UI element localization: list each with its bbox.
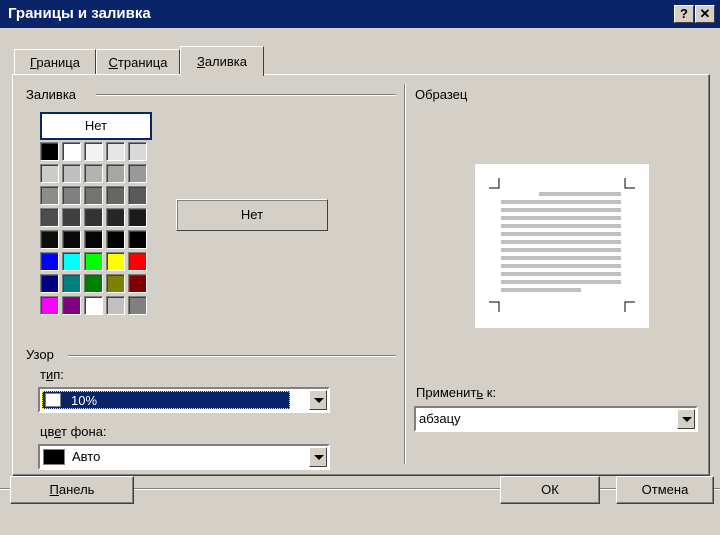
tab-border-label: раница: [36, 55, 80, 70]
pattern-group-line: [68, 355, 396, 357]
help-icon: ?: [680, 6, 688, 21]
close-button[interactable]: ✕: [695, 5, 715, 23]
apply-to-label-post: к:: [483, 385, 497, 400]
selected-fill-label: Нет: [240, 207, 264, 222]
background-color-accesskey: е: [54, 424, 62, 439]
sample-document-preview: [489, 178, 635, 312]
tab-page[interactable]: Страница: [96, 49, 180, 75]
color-swatch[interactable]: [62, 142, 81, 161]
panel-button-accesskey: П: [49, 482, 59, 497]
color-swatch[interactable]: [62, 296, 81, 315]
color-swatch[interactable]: [84, 164, 103, 183]
tab-shading[interactable]: Заливка: [180, 46, 264, 76]
pattern-type-label: тип:: [40, 367, 64, 382]
color-swatch[interactable]: [106, 164, 125, 183]
color-swatch[interactable]: [106, 230, 125, 249]
color-swatch[interactable]: [40, 252, 59, 271]
pattern-type-swatch: [45, 393, 61, 407]
color-swatch[interactable]: [62, 274, 81, 293]
color-swatch[interactable]: [106, 208, 125, 227]
pattern-type-selection: 10%: [42, 391, 290, 409]
no-fill-label: Нет: [84, 118, 108, 133]
borders-panel-button[interactable]: Панель: [10, 476, 134, 504]
background-color-value: Авто: [72, 449, 101, 464]
color-swatch[interactable]: [106, 142, 125, 161]
color-swatch[interactable]: [84, 230, 103, 249]
color-swatch[interactable]: [40, 186, 59, 205]
color-swatch[interactable]: [84, 252, 103, 271]
background-color-swatch: [43, 449, 65, 465]
color-swatch[interactable]: [40, 296, 59, 315]
color-swatch[interactable]: [106, 252, 125, 271]
title-bar: Границы и заливка: [0, 0, 720, 28]
fill-group-label: Заливка: [26, 87, 81, 102]
selected-fill-preview: Нет: [176, 199, 328, 231]
tab-page-label: траница: [117, 55, 168, 70]
color-swatch[interactable]: [62, 186, 81, 205]
color-swatch[interactable]: [62, 230, 81, 249]
chevron-down-icon[interactable]: [677, 409, 695, 429]
color-swatch[interactable]: [128, 164, 147, 183]
color-swatch[interactable]: [106, 296, 125, 315]
color-swatch[interactable]: [40, 274, 59, 293]
color-swatch[interactable]: [128, 296, 147, 315]
no-fill-button[interactable]: Нет: [40, 112, 152, 140]
apply-to-label: Применить к:: [416, 385, 496, 400]
background-color-label: цвет фона:: [40, 424, 107, 439]
ok-button-label: ОК: [541, 482, 559, 497]
fill-group-line: [96, 94, 396, 96]
sample-group-label: Образец: [415, 87, 472, 102]
color-swatch[interactable]: [62, 208, 81, 227]
color-swatch[interactable]: [128, 142, 147, 161]
panel-button-label: анель: [58, 482, 95, 497]
color-swatch[interactable]: [128, 186, 147, 205]
color-swatch[interactable]: [40, 164, 59, 183]
cancel-button[interactable]: Отмена: [616, 476, 714, 504]
color-swatch[interactable]: [106, 186, 125, 205]
chevron-down-icon[interactable]: [309, 447, 327, 467]
vertical-divider: [404, 84, 406, 464]
tab-page-accesskey: С: [108, 55, 118, 70]
color-swatch[interactable]: [84, 296, 103, 315]
tab-shading-accesskey: З: [196, 54, 205, 69]
color-swatch[interactable]: [128, 208, 147, 227]
color-swatch[interactable]: [40, 142, 59, 161]
background-color-label-post: т фона:: [61, 424, 107, 439]
color-swatch[interactable]: [128, 230, 147, 249]
color-swatch[interactable]: [84, 186, 103, 205]
color-swatch[interactable]: [40, 230, 59, 249]
color-swatch[interactable]: [84, 274, 103, 293]
color-palette: [40, 142, 156, 322]
chevron-down-icon[interactable]: [309, 390, 327, 410]
pattern-type-select[interactable]: 10%: [38, 387, 330, 413]
color-swatch[interactable]: [84, 142, 103, 161]
pattern-type-value: 10%: [71, 393, 98, 408]
color-swatch[interactable]: [62, 252, 81, 271]
color-swatch[interactable]: [128, 274, 147, 293]
apply-to-value: абзацу: [419, 411, 461, 426]
window-title: Границы и заливка: [8, 5, 151, 22]
apply-to-label-pre: Применит: [416, 385, 477, 400]
ok-button[interactable]: ОК: [500, 476, 600, 504]
color-swatch[interactable]: [40, 208, 59, 227]
apply-to-select[interactable]: абзацу: [414, 406, 698, 432]
pattern-type-label-post: п:: [53, 367, 64, 382]
background-color-select[interactable]: Авто: [38, 444, 330, 470]
cancel-button-label: Отмена: [641, 482, 689, 497]
sample-preview: [475, 164, 649, 328]
help-button[interactable]: ?: [674, 5, 694, 23]
color-swatch[interactable]: [62, 164, 81, 183]
close-icon: ✕: [699, 6, 711, 21]
background-color-label-pre: цв: [40, 424, 55, 439]
tab-border[interactable]: Граница: [14, 49, 96, 75]
color-swatch[interactable]: [128, 252, 147, 271]
color-swatch[interactable]: [106, 274, 125, 293]
color-swatch[interactable]: [84, 208, 103, 227]
pattern-group-label: Узор: [26, 347, 58, 362]
tab-shading-label: аливка: [204, 54, 248, 69]
